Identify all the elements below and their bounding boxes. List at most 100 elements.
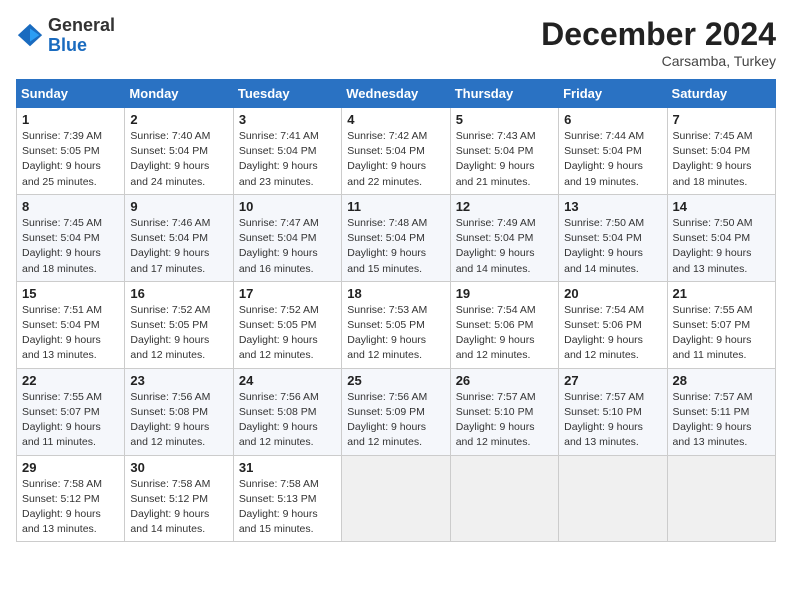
day-info: Sunrise: 7:54 AMSunset: 5:06 PMDaylight:… <box>564 303 661 364</box>
day-number: 21 <box>673 286 770 301</box>
calendar-cell: 26 Sunrise: 7:57 AMSunset: 5:10 PMDayligh… <box>450 368 558 455</box>
day-info: Sunrise: 7:51 AMSunset: 5:04 PMDaylight:… <box>22 303 119 364</box>
day-info: Sunrise: 7:43 AMSunset: 5:04 PMDaylight:… <box>456 129 553 190</box>
day-number: 4 <box>347 112 444 127</box>
month-title: December 2024 <box>541 16 776 53</box>
day-info: Sunrise: 7:46 AMSunset: 5:04 PMDaylight:… <box>130 216 227 277</box>
day-number: 24 <box>239 373 336 388</box>
day-info: Sunrise: 7:45 AMSunset: 5:04 PMDaylight:… <box>673 129 770 190</box>
day-number: 6 <box>564 112 661 127</box>
day-info: Sunrise: 7:52 AMSunset: 5:05 PMDaylight:… <box>239 303 336 364</box>
weekday-header-sunday: Sunday <box>17 80 125 108</box>
day-number: 29 <box>22 460 119 475</box>
day-info: Sunrise: 7:58 AMSunset: 5:12 PMDaylight:… <box>22 477 119 538</box>
logo: General Blue <box>16 16 115 56</box>
day-number: 7 <box>673 112 770 127</box>
day-info: Sunrise: 7:52 AMSunset: 5:05 PMDaylight:… <box>130 303 227 364</box>
calendar-cell: 16 Sunrise: 7:52 AMSunset: 5:05 PMDayligh… <box>125 281 233 368</box>
day-number: 31 <box>239 460 336 475</box>
calendar-week-row: 15 Sunrise: 7:51 AMSunset: 5:04 PMDayligh… <box>17 281 776 368</box>
weekday-header-friday: Friday <box>559 80 667 108</box>
logo-icon <box>16 22 44 50</box>
day-info: Sunrise: 7:56 AMSunset: 5:08 PMDaylight:… <box>239 390 336 451</box>
day-info: Sunrise: 7:41 AMSunset: 5:04 PMDaylight:… <box>239 129 336 190</box>
day-number: 1 <box>22 112 119 127</box>
calendar-cell: 27Sunrise: 7:57 AMSunset: 5:10 PMDayligh… <box>559 368 667 455</box>
calendar-cell: 4 Sunrise: 7:42 AMSunset: 5:04 PMDaylight… <box>342 108 450 195</box>
day-number: 19 <box>456 286 553 301</box>
day-info: Sunrise: 7:50 AMSunset: 5:04 PMDaylight:… <box>673 216 770 277</box>
day-number: 13 <box>564 199 661 214</box>
day-number: 5 <box>456 112 553 127</box>
day-number: 11 <box>347 199 444 214</box>
calendar-week-row: 1Sunrise: 7:39 AMSunset: 5:05 PMDaylight… <box>17 108 776 195</box>
day-info: Sunrise: 7:40 AMSunset: 5:04 PMDaylight:… <box>130 129 227 190</box>
weekday-header-monday: Monday <box>125 80 233 108</box>
calendar-cell: 19 Sunrise: 7:54 AMSunset: 5:06 PMDayligh… <box>450 281 558 368</box>
calendar-week-row: 8 Sunrise: 7:45 AMSunset: 5:04 PMDaylight… <box>17 194 776 281</box>
title-block: December 2024 Carsamba, Turkey <box>541 16 776 69</box>
day-number: 16 <box>130 286 227 301</box>
day-info: Sunrise: 7:54 AMSunset: 5:06 PMDaylight:… <box>456 303 553 364</box>
day-info: Sunrise: 7:42 AMSunset: 5:04 PMDaylight:… <box>347 129 444 190</box>
calendar-cell: 2 Sunrise: 7:40 AMSunset: 5:04 PMDaylight… <box>125 108 233 195</box>
weekday-header-thursday: Thursday <box>450 80 558 108</box>
calendar-cell <box>342 455 450 542</box>
day-info: Sunrise: 7:57 AMSunset: 5:10 PMDaylight:… <box>456 390 553 451</box>
day-number: 3 <box>239 112 336 127</box>
day-number: 28 <box>673 373 770 388</box>
day-number: 15 <box>22 286 119 301</box>
day-info: Sunrise: 7:57 AMSunset: 5:11 PMDaylight:… <box>673 390 770 451</box>
calendar-cell <box>559 455 667 542</box>
calendar-cell: 5 Sunrise: 7:43 AMSunset: 5:04 PMDaylight… <box>450 108 558 195</box>
calendar-cell: 10 Sunrise: 7:47 AMSunset: 5:04 PMDayligh… <box>233 194 341 281</box>
day-number: 12 <box>456 199 553 214</box>
day-number: 17 <box>239 286 336 301</box>
calendar-cell: 8 Sunrise: 7:45 AMSunset: 5:04 PMDaylight… <box>17 194 125 281</box>
day-number: 25 <box>347 373 444 388</box>
calendar-cell <box>450 455 558 542</box>
day-info: Sunrise: 7:44 AMSunset: 5:04 PMDaylight:… <box>564 129 661 190</box>
weekday-header-wednesday: Wednesday <box>342 80 450 108</box>
calendar-cell: 18 Sunrise: 7:53 AMSunset: 5:05 PMDayligh… <box>342 281 450 368</box>
page-header: General Blue December 2024 Carsamba, Tur… <box>16 16 776 69</box>
calendar-table: SundayMondayTuesdayWednesdayThursdayFrid… <box>16 79 776 542</box>
calendar-cell: 17 Sunrise: 7:52 AMSunset: 5:05 PMDayligh… <box>233 281 341 368</box>
day-number: 10 <box>239 199 336 214</box>
logo-general: General <box>48 15 115 35</box>
calendar-cell: 14Sunrise: 7:50 AMSunset: 5:04 PMDayligh… <box>667 194 775 281</box>
calendar-cell: 23Sunrise: 7:56 AMSunset: 5:08 PMDayligh… <box>125 368 233 455</box>
day-number: 18 <box>347 286 444 301</box>
calendar-cell: 3 Sunrise: 7:41 AMSunset: 5:04 PMDaylight… <box>233 108 341 195</box>
calendar-cell: 13Sunrise: 7:50 AMSunset: 5:04 PMDayligh… <box>559 194 667 281</box>
day-info: Sunrise: 7:53 AMSunset: 5:05 PMDaylight:… <box>347 303 444 364</box>
day-number: 30 <box>130 460 227 475</box>
day-info: Sunrise: 7:56 AMSunset: 5:09 PMDaylight:… <box>347 390 444 451</box>
day-info: Sunrise: 7:58 AMSunset: 5:13 PMDaylight:… <box>239 477 336 538</box>
day-info: Sunrise: 7:48 AMSunset: 5:04 PMDaylight:… <box>347 216 444 277</box>
day-number: 2 <box>130 112 227 127</box>
day-number: 20 <box>564 286 661 301</box>
day-info: Sunrise: 7:58 AMSunset: 5:12 PMDaylight:… <box>130 477 227 538</box>
calendar-cell <box>667 455 775 542</box>
day-number: 8 <box>22 199 119 214</box>
weekday-header-row: SundayMondayTuesdayWednesdayThursdayFrid… <box>17 80 776 108</box>
calendar-cell: 7 Sunrise: 7:45 AMSunset: 5:04 PMDaylight… <box>667 108 775 195</box>
day-number: 27 <box>564 373 661 388</box>
day-info: Sunrise: 7:55 AMSunset: 5:07 PMDaylight:… <box>22 390 119 451</box>
logo-blue: Blue <box>48 35 87 55</box>
day-info: Sunrise: 7:47 AMSunset: 5:04 PMDaylight:… <box>239 216 336 277</box>
calendar-week-row: 22Sunrise: 7:55 AMSunset: 5:07 PMDayligh… <box>17 368 776 455</box>
calendar-cell: 9Sunrise: 7:46 AMSunset: 5:04 PMDaylight… <box>125 194 233 281</box>
calendar-cell: 20 Sunrise: 7:54 AMSunset: 5:06 PMDayligh… <box>559 281 667 368</box>
day-info: Sunrise: 7:55 AMSunset: 5:07 PMDaylight:… <box>673 303 770 364</box>
day-info: Sunrise: 7:56 AMSunset: 5:08 PMDaylight:… <box>130 390 227 451</box>
calendar-cell: 28 Sunrise: 7:57 AMSunset: 5:11 PMDayligh… <box>667 368 775 455</box>
day-number: 26 <box>456 373 553 388</box>
calendar-cell: 25 Sunrise: 7:56 AMSunset: 5:09 PMDayligh… <box>342 368 450 455</box>
weekday-header-tuesday: Tuesday <box>233 80 341 108</box>
calendar-cell: 22Sunrise: 7:55 AMSunset: 5:07 PMDayligh… <box>17 368 125 455</box>
calendar-cell: 21 Sunrise: 7:55 AMSunset: 5:07 PMDayligh… <box>667 281 775 368</box>
weekday-header-saturday: Saturday <box>667 80 775 108</box>
day-info: Sunrise: 7:45 AMSunset: 5:04 PMDaylight:… <box>22 216 119 277</box>
